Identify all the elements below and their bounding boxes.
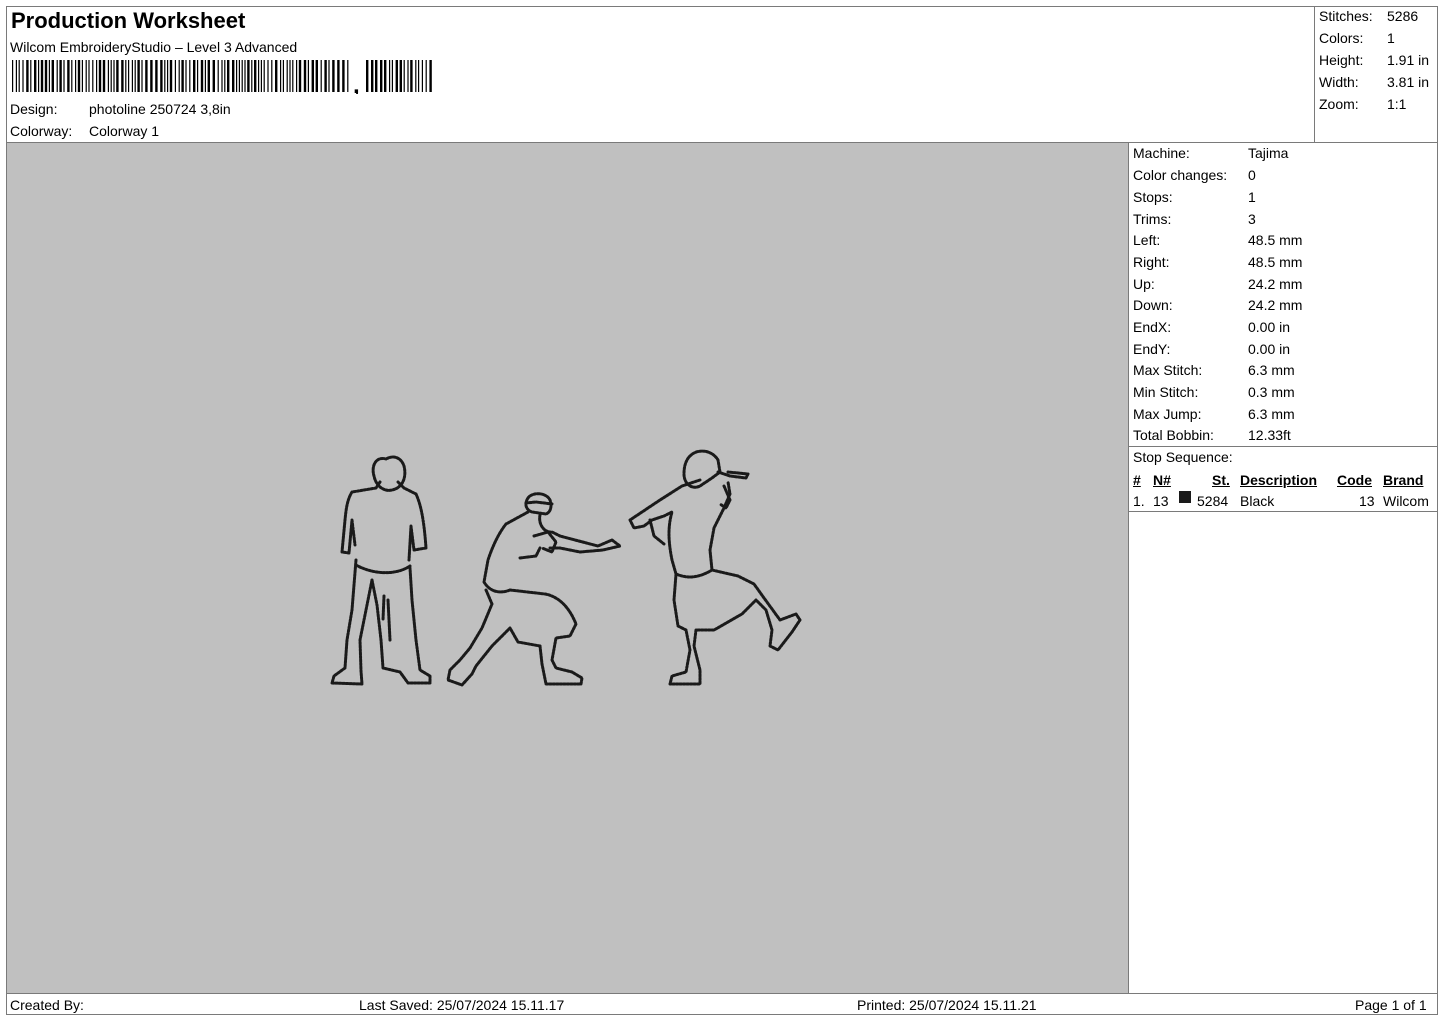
detail-label-max-jump: Max Jump: [1133, 406, 1202, 422]
embroidery-design-figures [330, 449, 802, 687]
footer-page-number: Page 1 of 1 [1355, 997, 1427, 1013]
stop-row-stitches: 5284 [1197, 493, 1229, 509]
design-barcode: , [12, 60, 432, 94]
design-label: Design: [10, 101, 58, 117]
detail-label-down: Down: [1133, 297, 1173, 313]
stop-header-needle: N# [1153, 472, 1171, 488]
thread-color-swatch [1179, 491, 1191, 503]
detail-value-trims: 3 [1248, 211, 1256, 227]
detail-value-machine: Tajima [1248, 145, 1289, 161]
detail-value-max-jump: 6.3 mm [1248, 406, 1295, 422]
design-preview-canvas [7, 143, 1128, 993]
stop-sequence-divider [1128, 446, 1438, 447]
summary-label-stitches: Stitches: [1319, 8, 1373, 24]
detail-label-endx: EndX: [1133, 319, 1172, 335]
detail-value-total-bobbin: 12.33ft [1248, 427, 1291, 443]
summary-label-colors: Colors: [1319, 30, 1364, 46]
summary-divider [1314, 6, 1315, 143]
stop-row-num: 1. [1133, 493, 1145, 509]
detail-label-trims: Trims: [1133, 211, 1172, 227]
summary-label-width: Width: [1319, 74, 1359, 90]
stop-header-description: Description [1240, 472, 1318, 488]
detail-label-total-bobbin: Total Bobbin: [1133, 427, 1214, 443]
colorway-label: Colorway: [10, 123, 73, 139]
software-name: Wilcom EmbroideryStudio – Level 3 Advanc… [10, 39, 298, 55]
stop-sequence-title: Stop Sequence: [1133, 449, 1233, 465]
detail-label-machine: Machine: [1133, 145, 1190, 161]
footer-last-saved: Last Saved: 25/07/2024 15.11.17 [359, 997, 565, 1013]
colorway-value: Colorway 1 [89, 123, 160, 139]
stop-header-num: # [1133, 472, 1141, 488]
detail-value-endx: 0.00 in [1248, 319, 1291, 335]
detail-value-endy: 0.00 in [1248, 341, 1291, 357]
summary-value-colors: 1 [1387, 30, 1395, 46]
stop-row-needle: 13 [1153, 493, 1169, 509]
stop-header-code: Code [1337, 472, 1372, 488]
footer-created-by: Created By: [10, 997, 84, 1013]
detail-value-up: 24.2 mm [1248, 276, 1303, 292]
summary-value-width: 3.81 in [1387, 74, 1430, 90]
figure-standing [330, 455, 432, 686]
detail-value-stops: 1 [1248, 189, 1256, 205]
worksheet-title: Production Worksheet [11, 8, 246, 33]
figure-dancing [628, 449, 802, 686]
detail-label-max-stitch: Max Stitch: [1133, 362, 1203, 378]
stop-table-bottom-line [1128, 511, 1438, 512]
detail-value-left: 48.5 mm [1248, 232, 1303, 248]
summary-label-zoom: Zoom: [1319, 96, 1359, 112]
detail-label-up: Up: [1133, 276, 1155, 292]
detail-value-right: 48.5 mm [1248, 254, 1303, 270]
detail-value-color-changes: 0 [1248, 167, 1256, 183]
detail-label-min-stitch: Min Stitch: [1133, 384, 1199, 400]
stop-row-description: Black [1240, 493, 1275, 509]
footer-divider [6, 993, 1438, 994]
footer-printed: Printed: 25/07/2024 15.11.21 [857, 997, 1037, 1013]
summary-label-height: Height: [1319, 52, 1364, 68]
stop-header-brand: Brand [1383, 472, 1424, 488]
summary-value-stitches: 5286 [1387, 8, 1419, 24]
design-value: photoline 250724 3,8in [89, 101, 231, 117]
stop-row-brand: Wilcom [1383, 493, 1429, 509]
summary-value-zoom: 1:1 [1387, 96, 1407, 112]
detail-value-max-stitch: 6.3 mm [1248, 362, 1295, 378]
figure-crouching [446, 492, 622, 687]
detail-value-down: 24.2 mm [1248, 297, 1303, 313]
stop-header-stitches: St. [1212, 472, 1230, 488]
detail-label-stops: Stops: [1133, 189, 1173, 205]
detail-label-left: Left: [1133, 232, 1161, 248]
detail-label-right: Right: [1133, 254, 1170, 270]
detail-label-endy: EndY: [1133, 341, 1171, 357]
detail-label-color-changes: Color changes: [1133, 167, 1228, 183]
summary-value-height: 1.91 in [1387, 52, 1430, 68]
details-divider [1128, 143, 1129, 993]
stop-row-code: 13 [1359, 493, 1375, 509]
detail-value-min-stitch: 0.3 mm [1248, 384, 1295, 400]
svg-text:,: , [353, 72, 360, 94]
